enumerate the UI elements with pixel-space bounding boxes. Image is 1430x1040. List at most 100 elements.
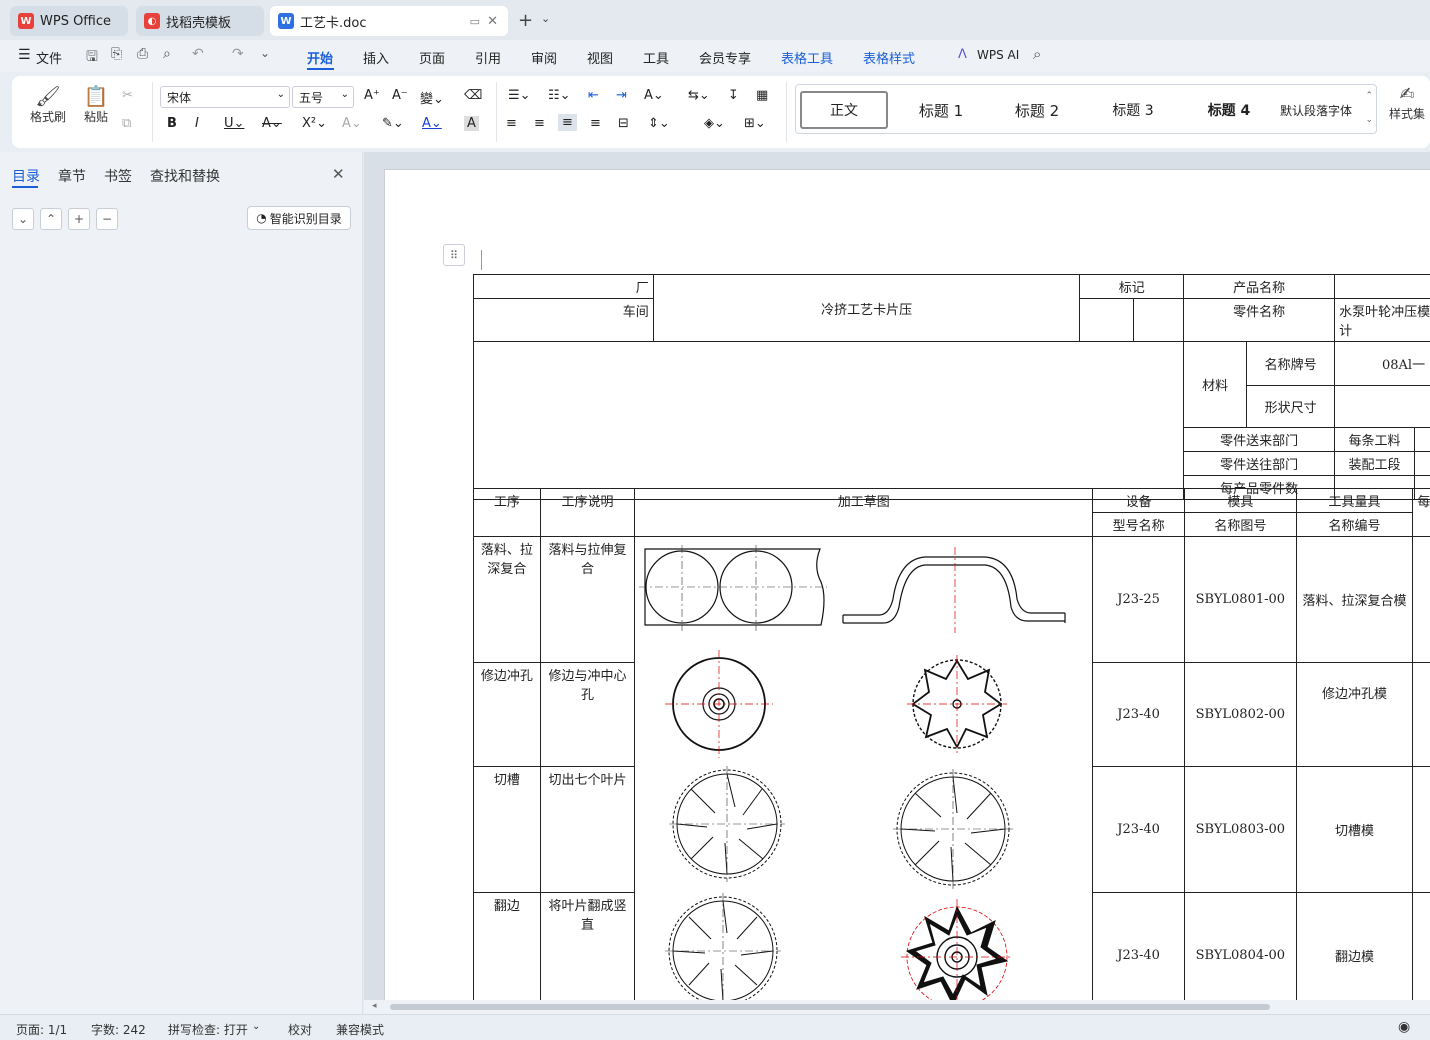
search-icon[interactable]: ⌕ [1033, 45, 1041, 63]
tab-document[interactable]: W 工艺卡.doc ▭ ✕ [270, 6, 508, 36]
word-count[interactable]: 字数: 242 [91, 1021, 146, 1038]
collapse-up-button[interactable]: ⌃ [40, 208, 62, 230]
menu-view[interactable]: 视图 [587, 48, 613, 67]
copy-icon[interactable]: ⧉ [122, 116, 131, 131]
char-shading-icon[interactable]: A [464, 116, 479, 131]
border-icon[interactable]: ⊞⌄ [744, 116, 766, 131]
document-page: ⠿ 厂 冷挤工艺卡片压 标记 产品名称 车间 零件名称 水泵叶轮冲压模具设计 材… [384, 169, 1430, 1000]
menu-table-tools[interactable]: 表格工具 [781, 48, 833, 67]
underline-icon[interactable]: U⌄ [224, 116, 244, 131]
font-size-select[interactable]: 五号 ⌄ [292, 86, 354, 108]
chevron-up-icon[interactable]: ⌃ [1365, 91, 1373, 101]
numbered-list-icon[interactable]: ☷⌄ [548, 88, 571, 103]
justify-icon[interactable]: ≡ [590, 116, 601, 131]
menu-home[interactable]: 开始 [307, 48, 333, 67]
shading-icon[interactable]: ◈⌄ [704, 116, 725, 131]
bullet-list-icon[interactable]: ☰⌄ [508, 88, 531, 103]
chevron-down-icon[interactable]: ⌄ [1365, 115, 1373, 125]
phonetic-icon[interactable]: 變⌄ [420, 88, 444, 107]
eye-icon[interactable]: ◉ [1398, 1019, 1410, 1035]
clear-format-icon[interactable]: ⌫ [464, 88, 482, 103]
page-count[interactable]: 页面: 1/1 [16, 1021, 67, 1038]
hamburger-icon[interactable]: ☰ [18, 47, 31, 63]
material-value-cell: 08Al一 [1334, 341, 1430, 386]
scroll-left-icon[interactable]: ◂ [372, 1001, 377, 1011]
impeller-sketch [901, 899, 1014, 1000]
menu-page[interactable]: 页面 [419, 48, 445, 67]
increase-indent-icon[interactable]: ⇥ [616, 88, 627, 103]
tab-label: WPS Office [40, 13, 112, 29]
print-icon[interactable]: ⎙ [137, 46, 148, 62]
redo-icon[interactable]: ↷ [232, 46, 244, 62]
menu-insert[interactable]: 插入 [363, 48, 389, 67]
distributed-icon[interactable]: ⊟ [618, 116, 629, 131]
line-spacing-icon[interactable]: ⇕⌄ [648, 116, 670, 131]
style-normal[interactable]: 正文 [800, 91, 888, 129]
menu-table-style[interactable]: 表格样式 [863, 48, 915, 67]
show-marks-icon[interactable]: ▦ [756, 88, 768, 103]
print-preview-icon[interactable]: ⌕ [163, 46, 171, 62]
char-spacing-icon[interactable]: A⌄ [644, 88, 664, 103]
style-set-button[interactable]: ✍ 样式集 [1384, 84, 1430, 122]
panel-tab-toc[interactable]: 目录 [12, 166, 40, 186]
proofread[interactable]: 校对 [288, 1021, 312, 1038]
spell-check[interactable]: 拼写检查: 打开 [168, 1021, 248, 1038]
cut-icon[interactable]: ✂ [122, 88, 133, 103]
text-direction-icon[interactable]: ⇆⌄ [688, 88, 710, 103]
panel-tab-bookmark[interactable]: 书签 [104, 166, 132, 186]
add-level-button[interactable]: + [68, 208, 90, 230]
remove-level-button[interactable]: − [96, 208, 118, 230]
undo-icon[interactable]: ↶ [192, 46, 204, 62]
menu-tools[interactable]: 工具 [643, 48, 669, 67]
menu-row: ☰ 文件 🖫 ⎘ ⎙ ⌕ ↶ ↷ ⌄ 开始 插入 页面 引用 审阅 视图 工具 … [0, 40, 1430, 72]
more-icon[interactable]: ⌄ [260, 46, 270, 60]
strikethrough-icon[interactable]: A⌄ [262, 116, 282, 131]
paste-button[interactable]: 📋 粘贴 [74, 84, 118, 125]
style-heading-2[interactable]: 标题 2 [992, 91, 1082, 129]
highlight-icon[interactable]: ✎⌄ [382, 116, 404, 131]
menu-file[interactable]: 文件 [36, 48, 62, 67]
chevron-down-icon[interactable]: ⌄ [541, 12, 550, 25]
col-process-header: 工序 [473, 488, 541, 537]
horizontal-scrollbar[interactable]: ◂ [364, 1000, 1430, 1014]
style-heading-3[interactable]: 标题 3 [1088, 91, 1178, 129]
shrink-font-icon[interactable]: A⁻ [392, 88, 408, 103]
chevron-down-icon[interactable]: ⌄ [252, 1021, 260, 1032]
smart-toc-button[interactable]: ◔ 智能识别目录 [247, 206, 351, 230]
align-right-icon[interactable]: ≡ [558, 114, 577, 131]
style-default-font[interactable]: 默认段落字体 [1270, 91, 1362, 129]
panel-tab-find-replace[interactable]: 查找和替换 [150, 166, 220, 186]
menu-review[interactable]: 审阅 [531, 48, 557, 67]
close-tab-icon[interactable]: ✕ [487, 14, 498, 29]
window-icon[interactable]: ▭ [470, 15, 480, 28]
menu-reference[interactable]: 引用 [475, 48, 501, 67]
export-icon[interactable]: ⎘ [111, 46, 122, 62]
bold-icon[interactable]: B [167, 116, 177, 131]
expand-down-button[interactable]: ⌄ [12, 208, 34, 230]
scrollbar-thumb[interactable] [390, 1004, 1270, 1010]
format-painter-button[interactable]: 🖌 格式刷 [26, 84, 70, 125]
text-effect-icon[interactable]: A⌄ [342, 116, 362, 131]
decrease-indent-icon[interactable]: ⇤ [588, 88, 599, 103]
sort-icon[interactable]: ↧ [728, 88, 739, 103]
table-move-handle-icon[interactable]: ⠿ [443, 244, 465, 266]
font-color-icon[interactable]: A⌄ [422, 116, 442, 131]
mark-blank-cell [1079, 298, 1135, 342]
style-heading-1[interactable]: 标题 1 [896, 91, 986, 129]
align-center-icon[interactable]: ≡ [534, 116, 545, 131]
font-name-select[interactable]: 宋体 ⌄ [160, 86, 290, 108]
close-panel-icon[interactable]: ✕ [332, 165, 345, 183]
panel-tab-section[interactable]: 章节 [58, 166, 86, 186]
extra-cell [1412, 536, 1430, 663]
menu-member[interactable]: 会员专享 [699, 48, 751, 67]
tab-template[interactable]: ◐ 找稻壳模板 [136, 6, 264, 36]
grow-font-icon[interactable]: A⁺ [364, 88, 380, 103]
italic-icon[interactable]: I [195, 116, 199, 131]
tab-wps-office[interactable]: W WPS Office [10, 6, 128, 36]
menu-wps-ai[interactable]: WPS AI [977, 48, 1019, 62]
align-left-icon[interactable]: ≡ [506, 116, 517, 131]
new-tab-icon[interactable]: + [518, 10, 533, 31]
save-icon[interactable]: 🖫 [86, 46, 98, 70]
style-heading-4[interactable]: 标题 4 [1184, 91, 1274, 129]
superscript-icon[interactable]: X²⌄ [302, 116, 327, 131]
